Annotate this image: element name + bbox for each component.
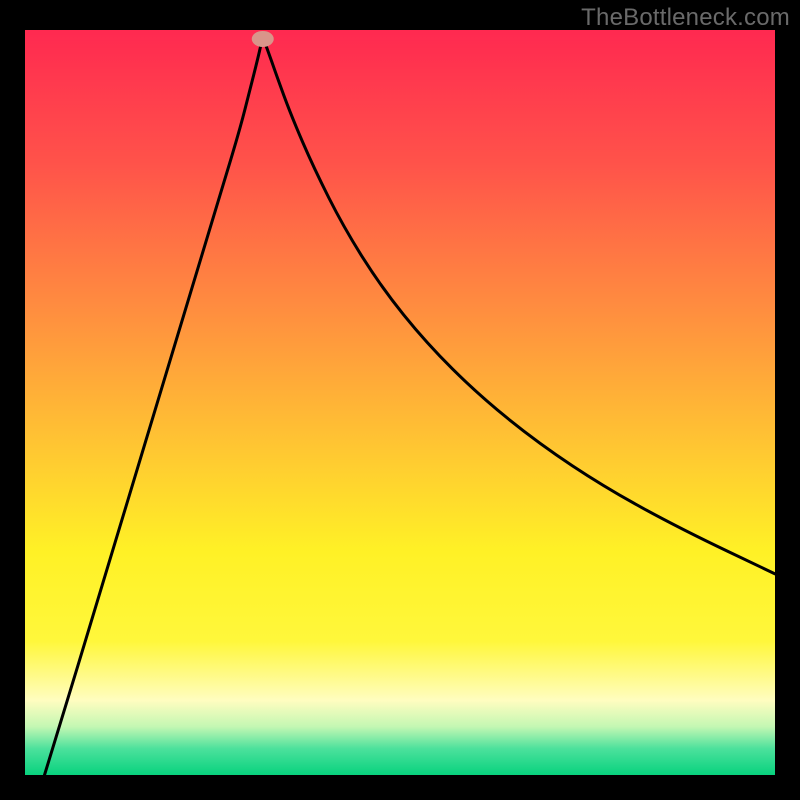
bottleneck-chart bbox=[0, 0, 800, 800]
minimum-marker bbox=[252, 31, 274, 47]
watermark-text: TheBottleneck.com bbox=[581, 4, 790, 32]
chart-frame: TheBottleneck.com bbox=[0, 0, 800, 800]
plot-background bbox=[25, 30, 775, 775]
